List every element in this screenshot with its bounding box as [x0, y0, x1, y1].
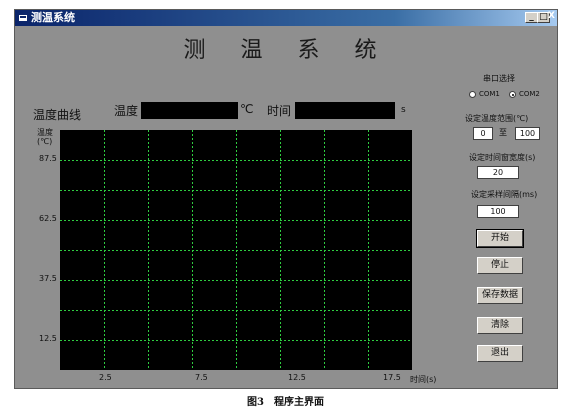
time-unit: s — [401, 105, 406, 115]
time-width-input[interactable]: 20 — [477, 166, 519, 179]
time-display — [295, 102, 395, 119]
x-tick-label: 17.5 — [383, 373, 401, 382]
sample-interval-label: 设定采样间隔(ms) — [471, 190, 538, 199]
temp-label: 温度 — [114, 104, 139, 118]
x-tick-label: 12.5 — [288, 373, 306, 382]
range-separator: 至 — [499, 128, 507, 137]
curve-label: 温度曲线 — [33, 108, 82, 122]
page-title: 测 温 系 统 — [183, 38, 391, 63]
temp-max-input[interactable]: 100 — [515, 127, 540, 140]
y-axis-label: 温度 (℃) — [37, 128, 53, 146]
save-data-button[interactable]: 保存数据 — [477, 287, 523, 304]
temp-unit: ℃ — [240, 102, 254, 116]
com2-label: COM2 — [519, 90, 540, 98]
x-axis-label: 时间(s) — [410, 375, 437, 384]
figure-caption: 图3 程序主界面 — [247, 397, 324, 408]
temp-display — [141, 102, 238, 119]
chart-grid — [60, 130, 412, 370]
y-tick-label: 62.5 — [39, 214, 57, 223]
com1-radio[interactable] — [469, 91, 476, 98]
y-tick-label: 37.5 — [39, 274, 57, 283]
sample-interval-input[interactable]: 100 — [477, 205, 519, 218]
y-tick-label: 12.5 — [39, 334, 57, 343]
exit-button[interactable]: 退出 — [477, 345, 523, 362]
title-bar[interactable]: 测温系统 _ □ X — [15, 10, 557, 26]
start-button[interactable]: 开始 — [476, 229, 524, 248]
com1-label: COM1 — [479, 90, 500, 98]
main-window: 测温系统 _ □ X 测 温 系 统 温度曲线 温度 ℃ 时间 s 温度 (℃)… — [14, 9, 558, 389]
com2-radio[interactable] — [509, 91, 516, 98]
app-icon[interactable] — [18, 13, 28, 23]
close-button[interactable]: X — [545, 12, 558, 23]
y-tick-label: 87.5 — [39, 154, 57, 163]
x-tick-label: 2.5 — [99, 373, 112, 382]
temperature-chart — [60, 130, 412, 370]
window-title: 测温系统 — [31, 11, 75, 24]
temp-range-label: 设定温度范围(℃) — [465, 114, 529, 123]
x-tick-label: 7.5 — [195, 373, 208, 382]
temp-min-input[interactable]: 0 — [473, 127, 493, 140]
clear-button[interactable]: 清除 — [477, 317, 523, 334]
time-width-label: 设定时间窗宽度(s) — [469, 153, 536, 162]
stop-button[interactable]: 停止 — [477, 257, 523, 274]
time-label: 时间 — [267, 104, 292, 118]
serial-port-label: 串口选择 — [483, 74, 515, 83]
